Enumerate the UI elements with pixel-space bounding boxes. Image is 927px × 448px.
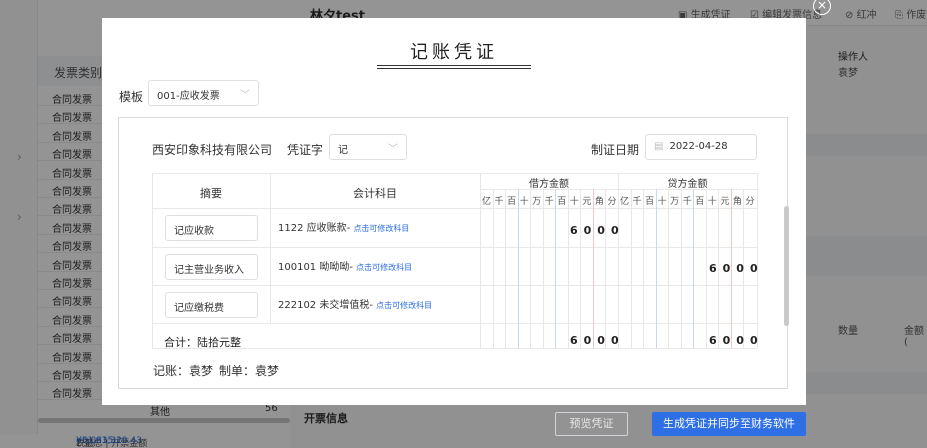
digit-unit-header: 十 [519,197,529,207]
total-credit: 6000 [709,334,764,347]
preview-voucher-button[interactable]: 预览凭证 [555,412,628,436]
title-underline [377,65,531,66]
voucher-form: 西安印象科技有限公司 凭证字 记 ﹀ 制证日期 ▤ 2022-04-28 摘要 … [118,117,788,389]
col-account: 会计科目 [353,187,397,200]
voucher-table: 摘要 会计科目 借方金额 贷方金额 亿千百十万千百十元角分亿千百十万千百十元角分… [152,173,758,358]
account-cell: 1122 应收账款- 点击可修改科目 [278,223,410,234]
col-debit: 借方金额 [529,179,569,190]
digit-unit-header: 元 [720,197,730,207]
edit-account-link[interactable]: 点击可修改科目 [353,224,409,233]
summary-input[interactable]: 记应收款 [165,215,258,241]
edit-account-link[interactable]: 点击可修改科目 [376,301,432,310]
credit-amount: 6000 [709,262,764,275]
vertical-scrollbar[interactable] [784,206,789,326]
digit-unit-header: 百 [507,197,517,207]
digit-unit-header: 千 [494,197,504,207]
generate-sync-button[interactable]: 生成凭证并同步至财务软件 [652,412,806,436]
digit-unit-header: 角 [732,197,742,207]
voucher-word-select[interactable]: 记 ﹀ [329,134,407,160]
digit-unit-header: 万 [532,197,542,207]
digit-unit-header: 十 [707,197,717,207]
date-label: 制证日期 [591,143,640,157]
digit-unit-header: 分 [745,197,755,207]
digit-unit-header: 分 [607,197,617,207]
voucher-maker: 制单：袁梦 [219,364,280,378]
digit-unit-header: 万 [670,197,680,207]
summary-input[interactable]: 记应缴税费 [165,292,258,318]
chevron-down-icon: ﹀ [240,90,250,101]
col-summary: 摘要 [200,187,222,200]
debit-amount: 6000 [570,224,625,237]
digit-unit-header: 十 [569,197,579,207]
template-select[interactable]: 001-应收发票 ﹀ [148,80,259,106]
voucher-word-label: 凭证字 [287,143,324,157]
bookkeeper: 记账：袁梦 [153,364,214,378]
digit-unit-header: 元 [582,197,592,207]
date-picker[interactable]: ▤ 2022-04-28 [645,134,757,160]
digit-unit-header: 千 [632,197,642,207]
digit-unit-header: 百 [695,197,705,207]
col-credit: 贷方金额 [667,179,708,190]
chevron-down-icon: ﹀ [388,144,398,155]
calendar-icon: ▤ [654,141,664,152]
digit-unit-header: 亿 [481,197,491,207]
template-label: 模板 [119,90,144,104]
digit-unit-header: 百 [557,197,567,207]
digit-unit-header: 百 [645,197,655,207]
edit-account-link[interactable]: 点击可修改科目 [356,263,412,272]
digit-unit-header: 十 [657,197,667,207]
digit-unit-header: 千 [544,197,554,207]
digit-unit-header: 角 [594,197,604,207]
summary-input[interactable]: 记主营业务收入 [165,254,258,280]
digit-unit-header: 亿 [619,197,629,207]
account-cell: 222102 未交增值税- 点击可修改科目 [278,300,433,311]
company-name: 西安印象科技有限公司 [152,143,273,157]
total-debit: 6000 [570,334,625,347]
modal-title: 记账凭证 [410,42,498,63]
account-cell: 100101 呦呦呦- 点击可修改科目 [278,262,413,273]
total-label: 合计：陆拾元整 [164,336,241,349]
title-underline [377,68,531,69]
voucher-modal: 记账凭证 模板 001-应收发票 ﹀ 西安印象科技有限公司 凭证字 记 ﹀ 制证… [102,18,806,405]
digit-unit-header: 千 [682,197,692,207]
